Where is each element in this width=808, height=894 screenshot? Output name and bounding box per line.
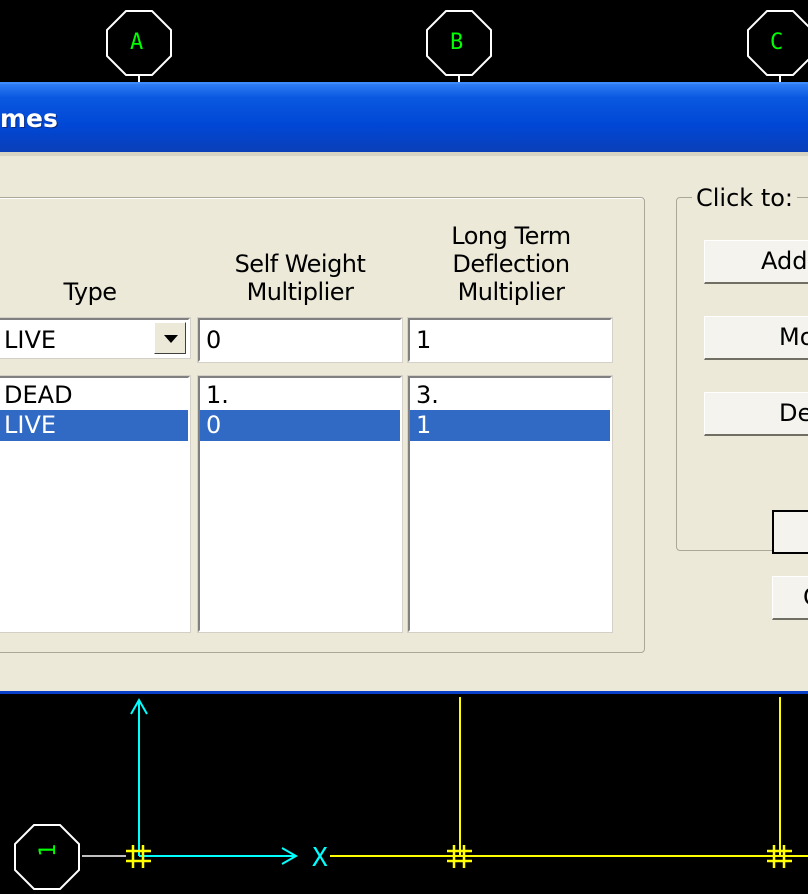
type-combo[interactable]: LIVE [0, 317, 191, 359]
header-long-term: Long Term Deflection Multiplier [451, 222, 571, 306]
title-bar[interactable]: mes [0, 82, 808, 152]
self-weight-list[interactable]: 1. 0 [197, 375, 403, 633]
ok-button[interactable] [772, 510, 808, 554]
grid-bubble-1: 1 [14, 824, 80, 890]
load-cases-dialog: mes Type Self Weight Multiplier Long Ter… [0, 82, 808, 694]
header-type: Type [63, 278, 117, 306]
header-self-weight: Self Weight Multiplier [234, 250, 366, 306]
type-list[interactable]: DEAD LIVE [0, 375, 191, 633]
grid-bubble-c: C [747, 10, 808, 76]
long-term-list[interactable]: 3. 1 [407, 375, 613, 633]
dialog-title: mes [0, 104, 58, 133]
axis-x-label: X [312, 843, 328, 873]
modify-button[interactable]: Mo [704, 316, 808, 360]
grid-bubble-label: 1 [36, 844, 61, 857]
list-item[interactable]: DEAD [0, 380, 188, 411]
long-term-input[interactable]: 1 [407, 317, 613, 363]
axis-indicator: X [130, 697, 328, 873]
grid-bubble-label: B [450, 30, 463, 55]
grid-bubble-label: A [130, 30, 143, 55]
cancel-button[interactable]: C [772, 576, 808, 620]
chevron-down-icon [164, 335, 178, 343]
dropdown-arrow-button[interactable] [154, 322, 186, 354]
grid-bubble-b: B [426, 10, 492, 76]
self-weight-input[interactable]: 0 [197, 317, 403, 363]
add-button[interactable]: Add [704, 240, 808, 284]
delete-button[interactable]: De [704, 392, 808, 436]
click-to-legend: Click to: [692, 184, 797, 212]
list-item-selected[interactable]: 0 [200, 410, 400, 441]
list-item-selected[interactable]: LIVE [0, 410, 188, 441]
list-item[interactable]: 3. [410, 380, 610, 411]
grid-bubble-a: A [106, 10, 172, 76]
list-item[interactable]: 1. [200, 380, 400, 411]
grid-bubble-label: C [770, 30, 783, 55]
list-item-selected[interactable]: 1 [410, 410, 610, 441]
